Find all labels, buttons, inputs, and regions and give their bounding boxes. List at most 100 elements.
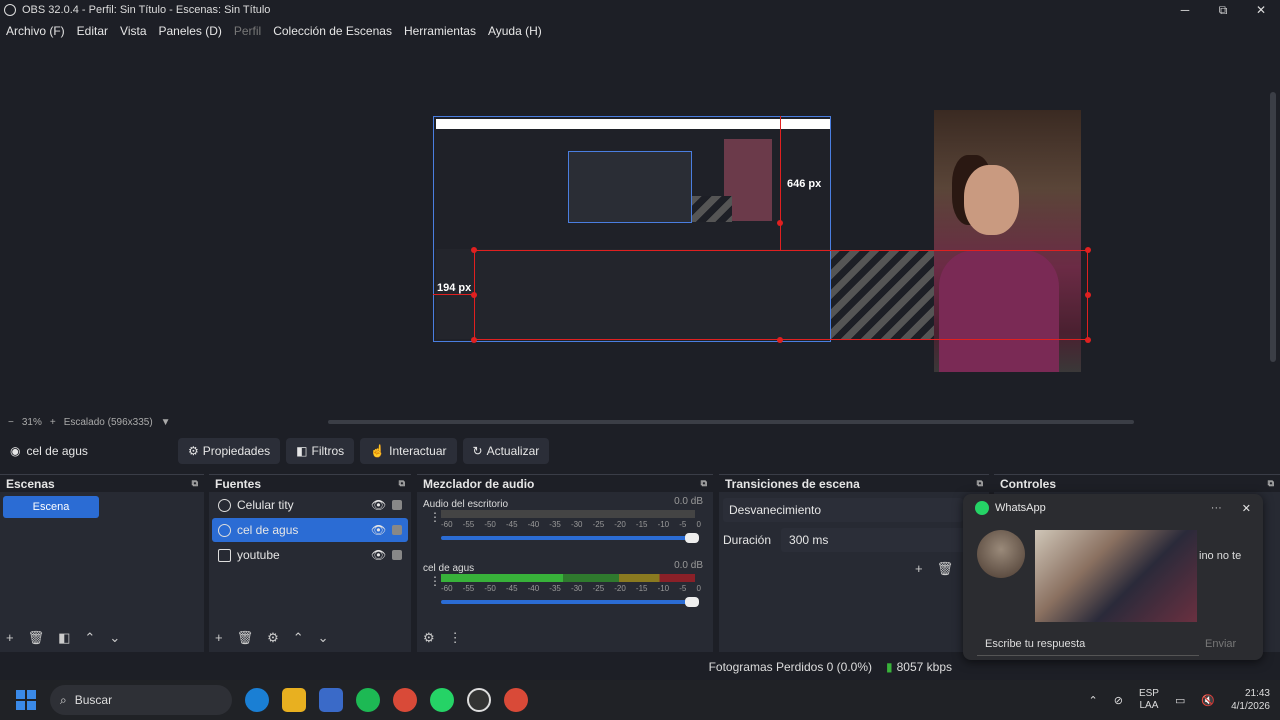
more-vertical-icon[interactable]: ⋮: [429, 574, 441, 588]
resize-handle-bl[interactable]: [471, 337, 477, 343]
nested-hatch: [692, 196, 732, 222]
volume-slider[interactable]: [441, 597, 699, 607]
file-explorer-icon[interactable]: [282, 688, 306, 712]
chevron-up-icon[interactable]: ⌃: [1089, 694, 1098, 707]
send-button[interactable]: Enviar: [1205, 632, 1236, 656]
menu-herramientas[interactable]: Herramientas: [398, 24, 482, 38]
zoom-out-button[interactable]: −: [8, 417, 14, 428]
obs-taskbar-icon[interactable]: [467, 688, 491, 712]
chrome-profile-icon[interactable]: [504, 688, 528, 712]
speaker-muted-icon[interactable]: 🔇: [1201, 694, 1215, 707]
chrome-icon[interactable]: [393, 688, 417, 712]
slider-knob[interactable]: [685, 597, 699, 607]
close-notification-icon[interactable]: ✕: [1242, 502, 1251, 515]
zoom-in-button[interactable]: +: [50, 417, 56, 428]
source-row[interactable]: Celular tity 👁: [212, 493, 408, 517]
gear-icon[interactable]: ⚙: [267, 630, 279, 646]
resize-handle-r[interactable]: [1085, 292, 1091, 298]
trash-icon[interactable]: 🗑: [937, 561, 954, 577]
whatsapp-taskbar-icon[interactable]: [430, 688, 454, 712]
taskbar-search[interactable]: ⌕ Buscar: [50, 685, 232, 715]
add-icon[interactable]: +: [215, 630, 223, 646]
more-options-icon[interactable]: ···: [1211, 502, 1222, 514]
maximize-button[interactable]: ⧉: [1204, 0, 1242, 20]
scene-item[interactable]: Escena: [3, 496, 99, 518]
eye-icon[interactable]: 👁: [371, 548, 386, 562]
resize-handle-tl[interactable]: [471, 247, 477, 253]
undock-icon[interactable]: ⧉: [1268, 478, 1274, 489]
lang-primary: ESP: [1138, 688, 1159, 699]
menu-archivo[interactable]: Archivo (F): [0, 24, 71, 38]
undock-icon[interactable]: ⧉: [399, 478, 405, 489]
more-vertical-icon[interactable]: ⋮: [429, 510, 441, 524]
lock-icon[interactable]: [392, 525, 402, 535]
menu-paneles[interactable]: Paneles (D): [153, 24, 228, 38]
eye-icon[interactable]: 👁: [371, 498, 386, 512]
trash-icon[interactable]: 🗑: [28, 630, 45, 646]
message-photo[interactable]: [1035, 530, 1197, 622]
down-icon[interactable]: ⌄: [109, 630, 120, 646]
resize-handle-br[interactable]: [1085, 337, 1091, 343]
resize-handle-b[interactable]: [777, 337, 783, 343]
preview-canvas[interactable]: 646 px 194 px: [0, 42, 1280, 414]
volume-slider[interactable]: [441, 533, 699, 543]
transitions-title: Transiciones de escena: [725, 476, 860, 491]
up-icon[interactable]: ⌃: [293, 630, 304, 646]
add-icon[interactable]: +: [6, 630, 14, 646]
refresh-button[interactable]: ↻ Actualizar: [462, 438, 550, 464]
source-row[interactable]: cel de agus 👁: [212, 518, 408, 542]
source-row[interactable]: youtube 👁: [212, 543, 408, 567]
trash-icon[interactable]: 🗑: [237, 630, 254, 646]
transition-select[interactable]: Desvanecimiento: [723, 498, 963, 522]
properties-button[interactable]: ⚙ Propiedades: [178, 438, 281, 464]
menu-coleccion-escenas[interactable]: Colección de Escenas: [267, 24, 398, 38]
menu-ayuda[interactable]: Ayuda (H): [482, 24, 548, 38]
gear-icon[interactable]: ⚙: [423, 630, 435, 646]
more-vertical-icon[interactable]: ⋮: [449, 630, 462, 646]
resize-handle-tr[interactable]: [1085, 247, 1091, 253]
clock[interactable]: 21:43 4/1/2026: [1231, 687, 1270, 713]
add-icon[interactable]: +: [915, 561, 923, 577]
left-distance-guide: [433, 294, 474, 295]
lock-icon[interactable]: [392, 550, 402, 560]
edge-icon[interactable]: [245, 688, 269, 712]
scenes-title: Escenas: [6, 476, 55, 491]
menu-vista[interactable]: Vista: [114, 24, 152, 38]
scale-tick: -55: [462, 584, 475, 593]
reply-input[interactable]: Escribe tu respuesta: [977, 632, 1199, 656]
eye-icon[interactable]: 👁: [371, 523, 386, 537]
duration-input[interactable]: 300 ms: [781, 528, 968, 552]
bitrate: 8057 kbps: [896, 660, 952, 674]
minimize-button[interactable]: ─: [1166, 0, 1204, 20]
undock-icon[interactable]: ⧉: [192, 478, 198, 489]
undock-icon[interactable]: ⧉: [701, 478, 707, 489]
filters-button[interactable]: ◧ Filtros: [286, 438, 355, 464]
network-off-icon[interactable]: ⊘: [1114, 694, 1123, 707]
resize-handle-l[interactable]: [471, 292, 477, 298]
selection-bounding-box[interactable]: [474, 250, 1088, 340]
menu-perfil[interactable]: Perfil: [228, 24, 267, 38]
interact-button[interactable]: ☝ Interactuar: [360, 438, 457, 464]
display-icon[interactable]: ▭: [1175, 694, 1185, 707]
preview-vertical-scrollbar[interactable]: [1270, 92, 1276, 362]
clock-time: 21:43: [1244, 688, 1270, 699]
store-icon[interactable]: [319, 688, 343, 712]
windows-start-icon[interactable]: [16, 690, 36, 710]
lock-icon[interactable]: [392, 500, 402, 510]
resize-handle-t[interactable]: [777, 220, 783, 226]
scale-tick: -50: [484, 520, 496, 529]
menu-editar[interactable]: Editar: [71, 24, 114, 38]
slider-knob[interactable]: [685, 533, 699, 543]
scale-tick: 0: [696, 584, 701, 593]
scaling-dropdown-icon[interactable]: ▼: [161, 417, 171, 428]
filter-icon[interactable]: ◧: [58, 630, 70, 646]
scale-tick: -25: [592, 584, 605, 593]
preview-horizontal-scrollbar[interactable]: [328, 420, 1134, 424]
close-button[interactable]: ✕: [1242, 0, 1280, 20]
language-indicator[interactable]: ESP LAA: [1139, 688, 1159, 712]
up-icon[interactable]: ⌃: [84, 630, 95, 646]
spotify-icon[interactable]: [356, 688, 380, 712]
undock-icon[interactable]: ⧉: [977, 478, 983, 489]
whatsapp-notification[interactable]: WhatsApp ··· ✕ ino no te Escribe tu respue…: [963, 494, 1263, 660]
down-icon[interactable]: ⌄: [318, 630, 329, 646]
